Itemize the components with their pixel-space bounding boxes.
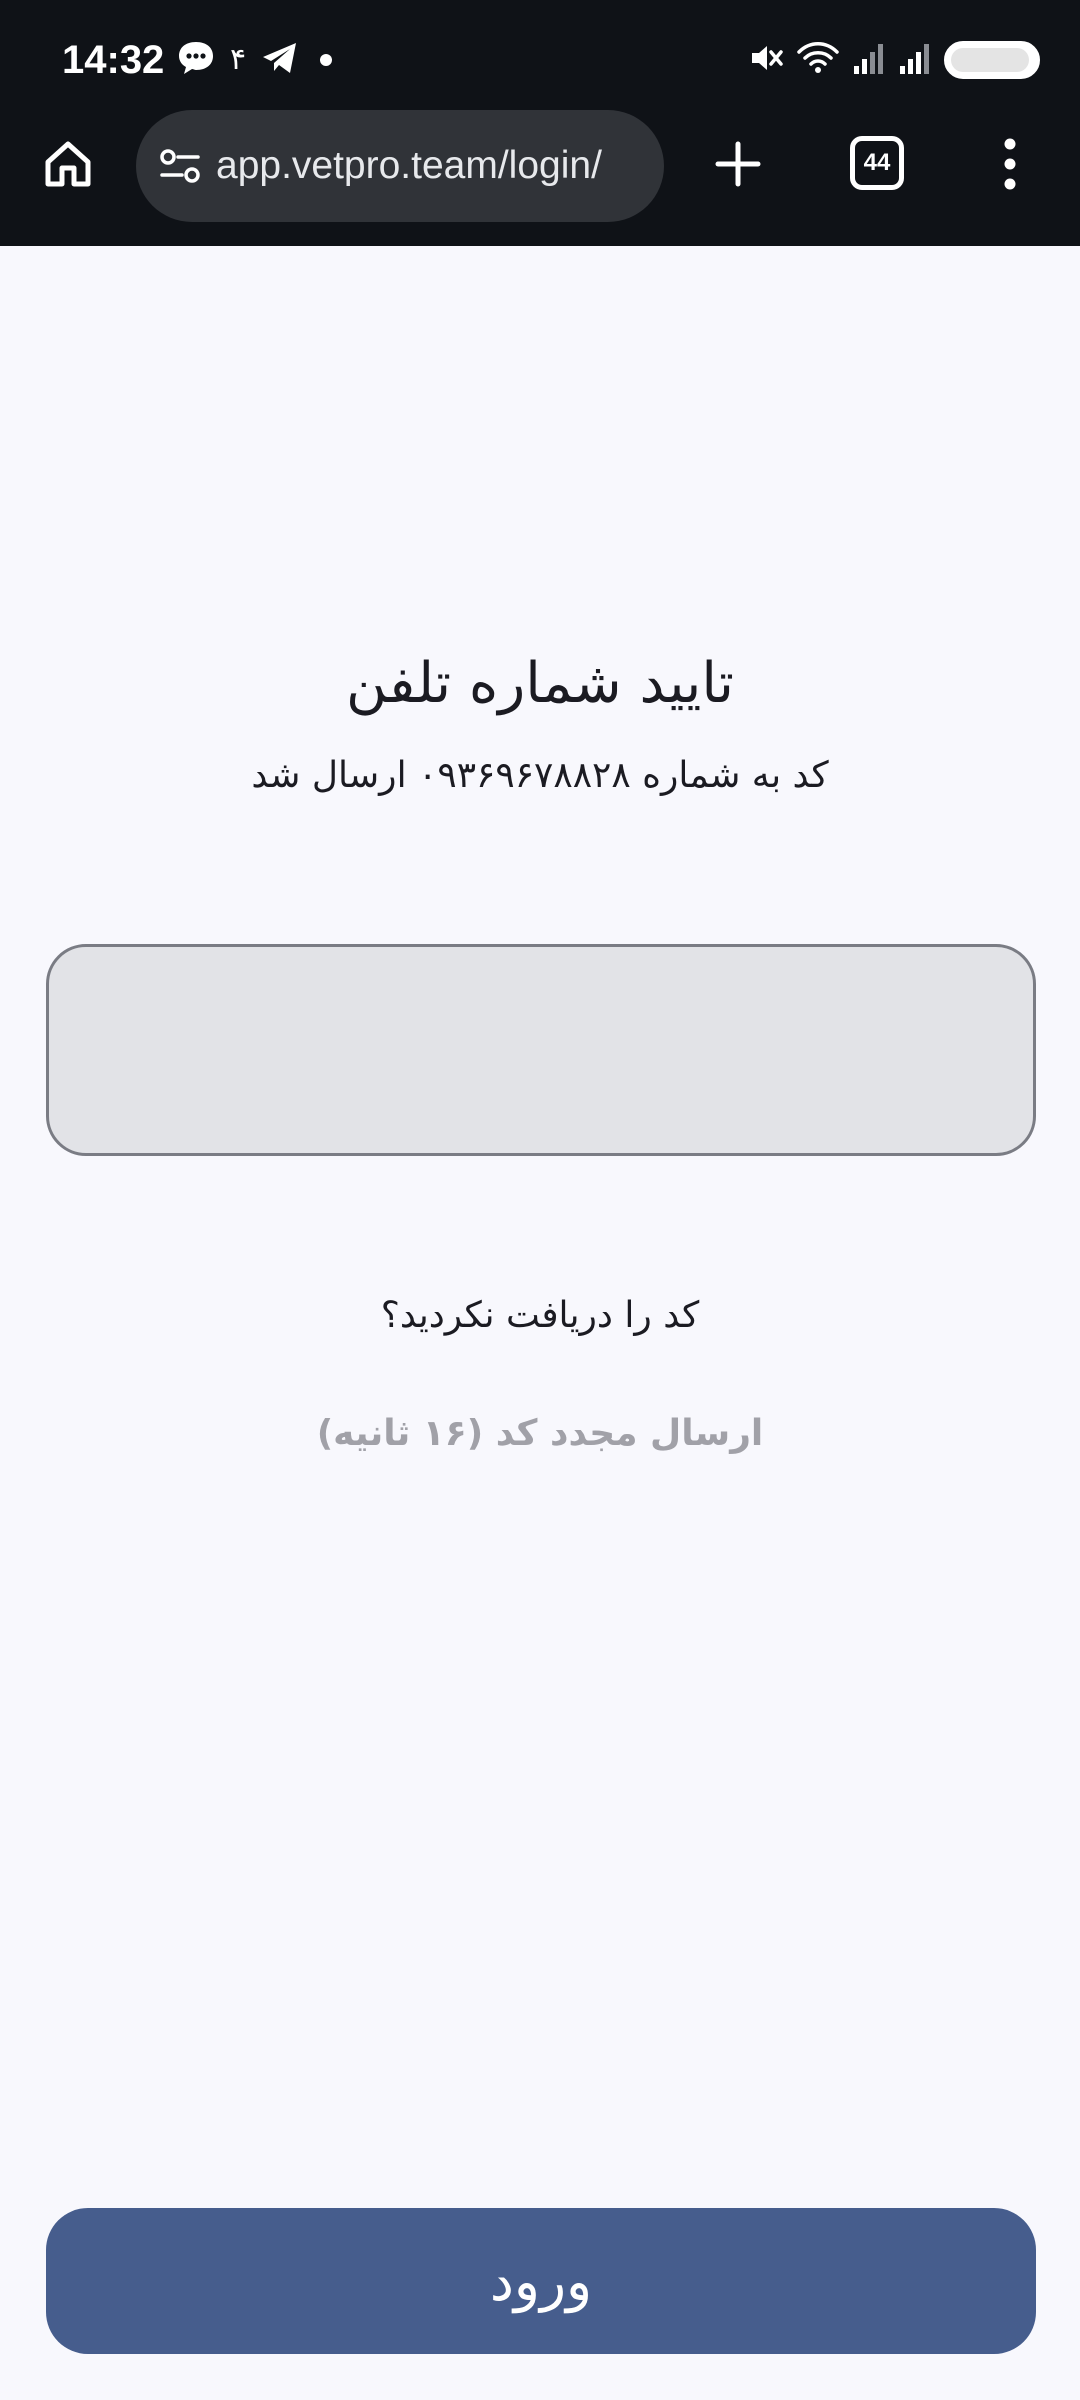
browser-toolbar: app.vetpro.team/login/ 44 xyxy=(0,110,1080,230)
tabs-icon[interactable]: 44 xyxy=(850,136,904,190)
url-text: app.vetpro.team/login/ xyxy=(216,144,602,187)
address-bar[interactable]: app.vetpro.team/login/ xyxy=(136,110,664,222)
wifi-icon xyxy=(796,38,840,82)
plus-icon xyxy=(714,140,762,192)
status-icons-left: ۴ xyxy=(176,36,333,84)
home-icon xyxy=(42,138,94,194)
browser-chrome: 14:32 ۴ app.vetpro.team/login/ 44 xyxy=(0,0,1080,246)
tune-icon[interactable] xyxy=(156,142,204,190)
battery-icon xyxy=(944,41,1040,79)
login-button[interactable]: ورود xyxy=(46,2208,1036,2354)
signal-icon xyxy=(852,40,886,80)
status-time: 14:32 xyxy=(62,38,165,82)
dot-icon xyxy=(320,54,333,66)
verification-code-input[interactable] xyxy=(46,944,1036,1156)
more-menu-button[interactable] xyxy=(986,134,1034,198)
signal-icon xyxy=(898,40,932,80)
status-bar: 14:32 ۴ xyxy=(0,0,1080,118)
code-not-received-text: کد را دریافت نکردید؟ xyxy=(380,1295,700,1336)
page-title: تایید شماره تلفن xyxy=(346,651,734,716)
chat-icon xyxy=(176,38,216,82)
status-icons-right xyxy=(748,36,1040,84)
page-subtitle: کد به شماره ۰۹۳۶۹۶۷۸۸۲۸ ارسال شد xyxy=(251,755,829,796)
resend-code-link[interactable]: ارسال مجدد کد (۱۶ ثانیه) xyxy=(0,1408,1080,1460)
home-button[interactable] xyxy=(36,134,100,198)
tab-count: 44 xyxy=(863,149,891,176)
mute-icon xyxy=(748,40,784,80)
more-vert-icon xyxy=(1002,138,1018,194)
telegram-icon xyxy=(260,38,300,82)
notification-count: ۴ xyxy=(230,42,247,77)
new-tab-button[interactable] xyxy=(706,134,770,198)
